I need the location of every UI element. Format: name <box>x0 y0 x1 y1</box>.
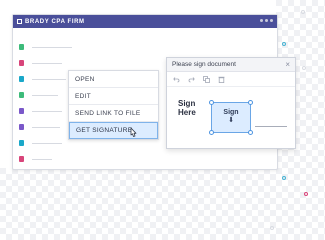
checker-cell <box>222 234 228 240</box>
checker-cell <box>114 234 120 240</box>
file-name-line <box>32 142 62 144</box>
decor-circle-5 <box>304 192 308 196</box>
checker-cell <box>138 234 144 240</box>
app-logo-icon <box>17 19 22 24</box>
menu-item-open[interactable]: OPEN <box>69 71 158 88</box>
close-icon[interactable]: × <box>285 60 290 69</box>
checker-cell <box>150 234 156 240</box>
file-name-line <box>32 110 62 112</box>
window-controls[interactable] <box>260 19 273 22</box>
file-icon <box>19 92 24 98</box>
resize-handle-bottom-right[interactable] <box>248 130 253 135</box>
file-row[interactable] <box>19 123 60 131</box>
checker-cell <box>318 234 324 240</box>
checker-cell <box>6 234 12 240</box>
file-name-line <box>32 158 52 160</box>
decor-circle-3 <box>302 66 306 70</box>
file-browser-titlebar: BRADY CPA FIRM <box>13 15 277 28</box>
app-title: BRADY CPA FIRM <box>25 18 85 25</box>
resize-handle-top-right[interactable] <box>248 100 253 105</box>
sign-document-dialog: Please sign document × Sign Here Sign ⬇ <box>166 57 296 149</box>
file-name-line <box>32 78 66 80</box>
context-menu: OPEN EDIT SEND LINK TO FILE GET SIGNATUR… <box>68 70 159 140</box>
copy-icon[interactable] <box>203 75 210 83</box>
menu-item-send-link-to-file[interactable]: SEND LINK TO FILE <box>69 105 158 122</box>
checker-cell <box>294 234 300 240</box>
redo-icon[interactable] <box>188 76 195 83</box>
file-icon <box>19 140 24 146</box>
file-name-line <box>32 46 72 48</box>
menu-item-get-signature[interactable]: GET SIGNATURE <box>69 122 158 139</box>
sign-here-label: Sign Here <box>178 99 196 117</box>
file-row[interactable] <box>19 155 52 163</box>
file-icon <box>19 156 24 162</box>
arrow-down-icon: ⬇ <box>228 117 234 124</box>
checker-cell <box>282 234 288 240</box>
file-icon <box>19 76 24 82</box>
checker-cell <box>258 234 264 240</box>
file-row[interactable] <box>19 107 62 115</box>
file-row[interactable] <box>19 59 62 67</box>
file-icon <box>19 124 24 130</box>
checker-cell <box>126 234 132 240</box>
file-icon <box>19 108 24 114</box>
sign-here-line-1: Sign <box>178 99 196 108</box>
signature-field-label: Sign <box>223 109 239 116</box>
file-icon <box>19 44 24 50</box>
decor-circle-4 <box>282 176 286 180</box>
dialog-toolbar <box>167 72 295 87</box>
checker-cell <box>162 234 168 240</box>
dialog-title: Please sign document <box>172 61 236 68</box>
checker-cell <box>66 234 72 240</box>
file-name-line <box>32 62 62 64</box>
undo-icon[interactable] <box>173 76 180 83</box>
resize-handle-top-left[interactable] <box>209 100 214 105</box>
checker-cell <box>54 234 60 240</box>
checker-cell <box>78 234 84 240</box>
checker-cell <box>174 234 180 240</box>
file-name-line <box>32 94 58 96</box>
checker-cell <box>306 234 312 240</box>
decor-circle-6 <box>270 226 274 230</box>
file-name-line <box>32 126 60 128</box>
menu-item-edit[interactable]: EDIT <box>69 88 158 105</box>
checker-cell <box>210 234 216 240</box>
mouse-pointer-icon <box>130 127 137 137</box>
file-row[interactable] <box>19 91 58 99</box>
file-row[interactable] <box>19 43 72 51</box>
checker-cell <box>42 234 48 240</box>
checker-cell <box>18 234 24 240</box>
file-row[interactable] <box>19 75 66 83</box>
checker-cell <box>198 234 204 240</box>
decor-circle-2 <box>282 42 286 46</box>
checker-cell <box>90 234 96 240</box>
resize-handle-bottom-left[interactable] <box>209 130 214 135</box>
checker-cell <box>30 234 36 240</box>
dialog-header: Please sign document × <box>167 58 295 72</box>
signature-line <box>255 126 287 127</box>
file-row[interactable] <box>19 139 62 147</box>
signature-field[interactable]: Sign ⬇ <box>209 100 253 135</box>
checker-cell <box>246 234 252 240</box>
checker-cell <box>186 234 192 240</box>
file-icon <box>19 60 24 66</box>
checker-cell <box>270 234 276 240</box>
checker-cell <box>234 234 240 240</box>
decor-circle-1 <box>301 10 305 14</box>
delete-icon[interactable] <box>218 76 225 83</box>
checker-cell <box>102 234 108 240</box>
sign-here-line-2: Here <box>178 108 196 117</box>
